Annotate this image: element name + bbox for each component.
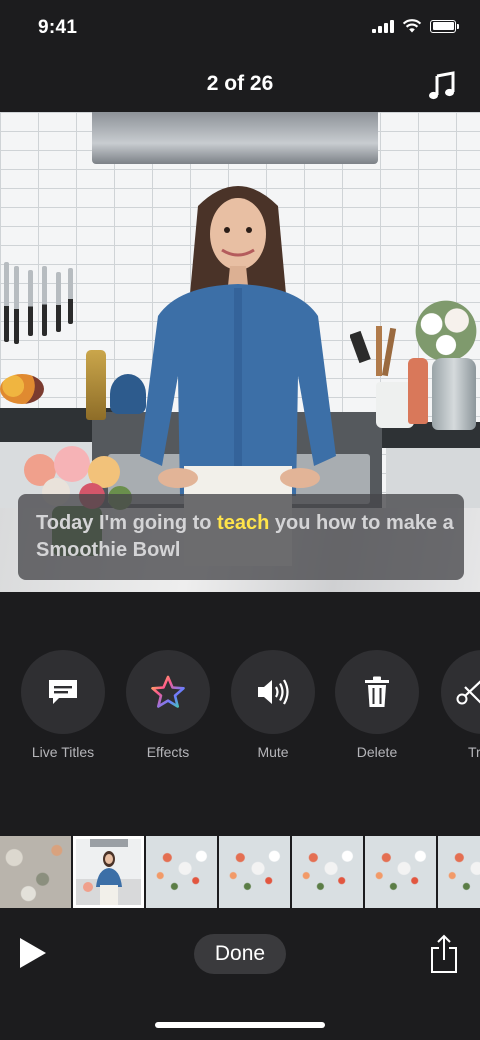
oil-bottle — [86, 350, 106, 420]
nav-bar: 2 of 26 — [0, 58, 480, 112]
play-icon — [20, 938, 46, 968]
timeline-clip-thumbnail[interactable] — [146, 836, 217, 908]
effects-label: Effects — [146, 744, 190, 760]
edit-tools-row: Live Titles Effects Mute Delete Tr — [0, 650, 480, 760]
fruit-bowl — [0, 374, 44, 404]
scissors-icon — [456, 680, 480, 705]
live-title-caption[interactable]: Today I'm going to teach you how to make… — [18, 494, 464, 580]
timeline-clip-thumbnail[interactable] — [292, 836, 363, 908]
music-button[interactable] — [422, 66, 462, 106]
trim-circle — [441, 650, 480, 734]
caption-text: Today I'm going to teach you how to make… — [36, 510, 456, 564]
trash-icon — [365, 676, 389, 707]
home-indicator[interactable] — [155, 1022, 325, 1028]
status-time: 9:41 — [38, 17, 78, 38]
clip-counter-title: 2 of 26 — [206, 72, 274, 95]
share-icon — [431, 934, 457, 973]
star-icon — [151, 675, 185, 708]
vase — [432, 358, 476, 430]
selected-clip-image — [76, 839, 141, 905]
speech-bubble-icon — [49, 680, 77, 704]
music-note-icon — [429, 71, 455, 100]
status-bar: 9:41 — [0, 0, 480, 58]
delete-circle — [335, 650, 419, 734]
timeline-clip-selected[interactable] — [73, 836, 144, 908]
delete-button[interactable]: Delete — [322, 650, 432, 760]
battery-icon — [430, 19, 459, 33]
white-flowers — [410, 296, 480, 366]
cellular-signal-icon — [372, 19, 394, 33]
timeline-clip-thumbnail[interactable] — [219, 836, 290, 908]
live-titles-button[interactable]: Live Titles — [8, 650, 118, 760]
effects-circle — [126, 650, 210, 734]
speaker-icon — [258, 679, 289, 705]
timeline-clip-thumbnail[interactable] — [0, 836, 71, 908]
clip-timeline[interactable] — [0, 836, 480, 908]
orange-bottle — [408, 358, 428, 424]
caption-highlight-word: teach — [217, 512, 270, 534]
timeline-clip-thumbnail[interactable] — [365, 836, 436, 908]
delete-label: Delete — [356, 744, 398, 760]
mute-circle — [231, 650, 315, 734]
live-titles-circle — [21, 650, 105, 734]
play-button[interactable] — [16, 936, 56, 976]
wifi-icon — [402, 19, 422, 33]
status-icons — [372, 19, 459, 33]
caption-text-before: Today I'm going to — [36, 512, 218, 534]
mute-label: Mute — [257, 744, 289, 760]
effects-button[interactable]: Effects — [113, 650, 223, 760]
trim-label: Tr — [468, 744, 480, 760]
share-button[interactable] — [428, 934, 468, 978]
video-preview[interactable]: Today I'm going to teach you how to make… — [0, 112, 480, 592]
knife-rack — [0, 262, 80, 352]
trim-button[interactable]: Tr — [428, 650, 480, 760]
timeline-clip-thumbnail[interactable] — [438, 836, 480, 908]
live-titles-label: Live Titles — [31, 744, 95, 760]
mute-button[interactable]: Mute — [218, 650, 328, 760]
done-button[interactable]: Done — [194, 934, 286, 974]
range-hood — [92, 112, 378, 164]
